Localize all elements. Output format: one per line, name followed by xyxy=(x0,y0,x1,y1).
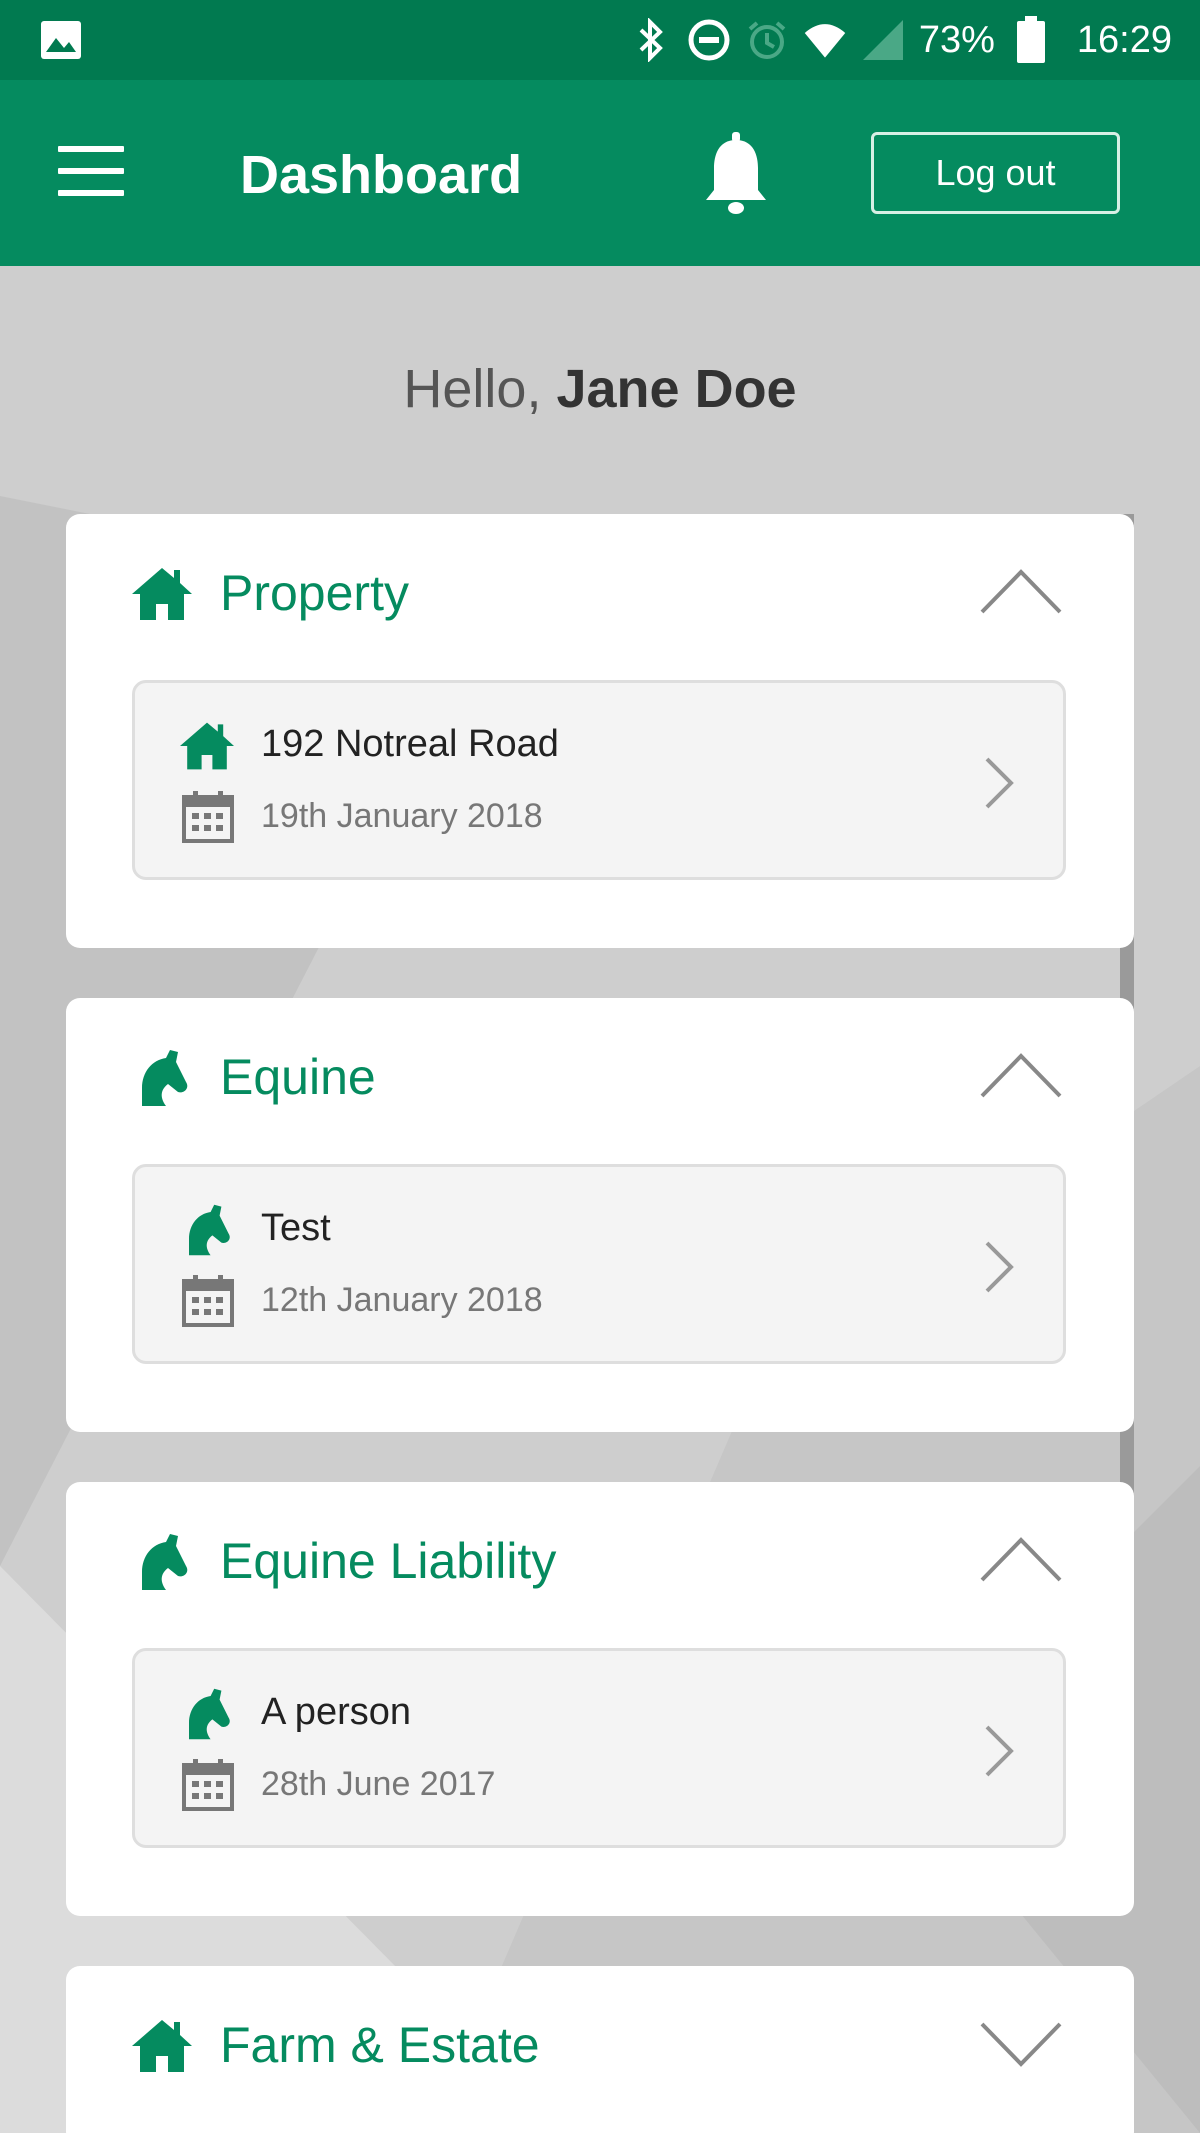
item-title: A person xyxy=(261,1691,411,1733)
chevron-right-icon xyxy=(981,1721,1017,1781)
page-title: Dashboard xyxy=(240,145,523,205)
cellular-icon xyxy=(861,18,905,62)
list-item[interactable]: 192 Notreal Road 19th January 2018 xyxy=(132,680,1066,880)
house-icon xyxy=(177,719,237,773)
status-bar: 73% 16:29 xyxy=(0,0,1200,80)
item-date: 12th January 2018 xyxy=(261,1281,543,1319)
section-title: Equine xyxy=(220,1049,376,1105)
app-bar: Dashboard Log out xyxy=(0,80,1200,266)
chevron-up-icon[interactable] xyxy=(978,1530,1064,1588)
chevron-right-icon xyxy=(981,753,1017,813)
section-card-equine-liability: Equine Liability A person 28th June 2017 xyxy=(66,1482,1134,1916)
calendar-icon xyxy=(181,789,235,845)
section-header-equine[interactable]: Equine xyxy=(66,998,1134,1158)
horse-icon xyxy=(130,1048,194,1108)
house-icon xyxy=(130,564,194,624)
do-not-disturb-icon xyxy=(687,18,731,62)
bell-icon[interactable] xyxy=(700,132,772,218)
alarm-icon xyxy=(745,18,789,62)
house-icon xyxy=(130,2016,194,2076)
logout-button[interactable]: Log out xyxy=(871,132,1120,214)
list-item[interactable]: Test 12th January 2018 xyxy=(132,1164,1066,1364)
horse-icon xyxy=(177,1687,237,1741)
section-header-property[interactable]: Property xyxy=(66,514,1134,674)
section-card-farm-estate: Farm & Estate xyxy=(66,1966,1134,2133)
section-title: Equine Liability xyxy=(220,1533,557,1589)
section-card-property: Property 192 Notreal Road 19th January 2… xyxy=(66,514,1134,948)
item-date: 19th January 2018 xyxy=(261,797,543,835)
section-title: Property xyxy=(220,565,409,621)
greeting-prefix: Hello, xyxy=(403,359,542,419)
calendar-icon xyxy=(181,1757,235,1813)
greeting: Hello, Jane Doe xyxy=(0,358,1200,420)
wifi-icon xyxy=(803,18,847,62)
chevron-right-icon xyxy=(981,1237,1017,1297)
clock: 16:29 xyxy=(1076,18,1172,61)
calendar-icon xyxy=(181,1273,235,1329)
list-item[interactable]: A person 28th June 2017 xyxy=(132,1648,1066,1848)
hamburger-menu-icon[interactable] xyxy=(58,146,124,196)
chevron-down-icon[interactable] xyxy=(978,2014,1064,2072)
horse-icon xyxy=(130,1532,194,1592)
section-title: Farm & Estate xyxy=(220,2017,540,2073)
user-name: Jane Doe xyxy=(556,359,797,419)
bluetooth-icon xyxy=(629,18,673,62)
horse-icon xyxy=(177,1203,237,1257)
chevron-up-icon[interactable] xyxy=(978,1046,1064,1104)
item-title: 192 Notreal Road xyxy=(261,723,559,765)
battery-icon xyxy=(1009,16,1053,63)
battery-percent: 73% xyxy=(918,18,995,61)
item-date: 28th June 2017 xyxy=(261,1765,496,1803)
image-icon xyxy=(40,20,82,60)
section-header-equine-liability[interactable]: Equine Liability xyxy=(66,1482,1134,1642)
section-header-farm-estate[interactable]: Farm & Estate xyxy=(66,1966,1134,2126)
section-card-equine: Equine Test 12th January 2018 xyxy=(66,998,1134,1432)
item-title: Test xyxy=(261,1207,331,1249)
chevron-up-icon[interactable] xyxy=(978,562,1064,620)
